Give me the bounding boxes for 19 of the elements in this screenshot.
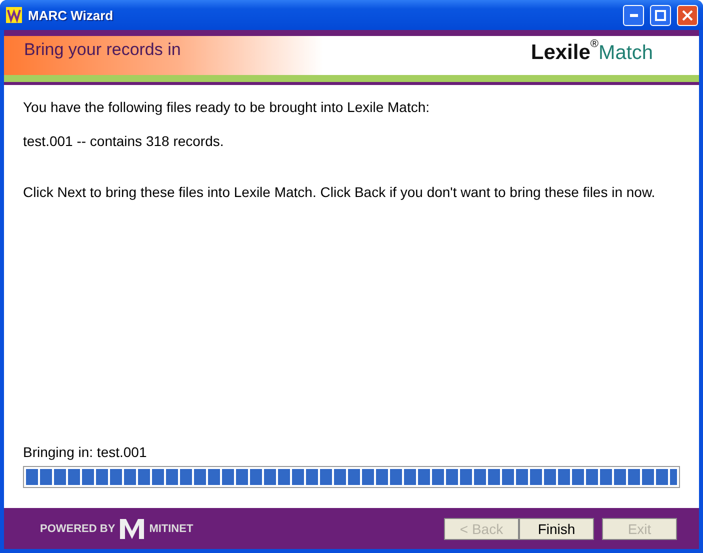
message-text: Click Next to bring these files into Lexile Match. Click Back if you don't want to bring these files in now.: [23, 184, 656, 200]
minimize-icon: [630, 14, 638, 16]
maximize-button[interactable]: [650, 4, 671, 26]
brand-text: MITINET: [149, 522, 194, 534]
registered-mark: ®: [590, 38, 599, 50]
page-title: Bring your records in: [24, 40, 181, 60]
logo-text: Match: [598, 42, 653, 65]
message-text: test.001 -- contains 318 records.: [23, 133, 225, 149]
maximize-icon: [655, 10, 666, 20]
logo-text: Lexile: [530, 41, 590, 65]
close-icon: [682, 10, 693, 20]
wizard-button[interactable]: Finish: [519, 518, 594, 540]
close-button[interactable]: [677, 4, 698, 26]
powered-by-text: POWERED BY: [40, 522, 116, 534]
app-icon: [6, 7, 22, 23]
progress-label: Bringing in: test.001: [23, 444, 148, 460]
minimize-button[interactable]: [623, 4, 644, 26]
message-text: You have the following files ready to be brought into Lexile Match:: [23, 99, 431, 115]
window-title: MARC Wizard: [28, 8, 114, 22]
